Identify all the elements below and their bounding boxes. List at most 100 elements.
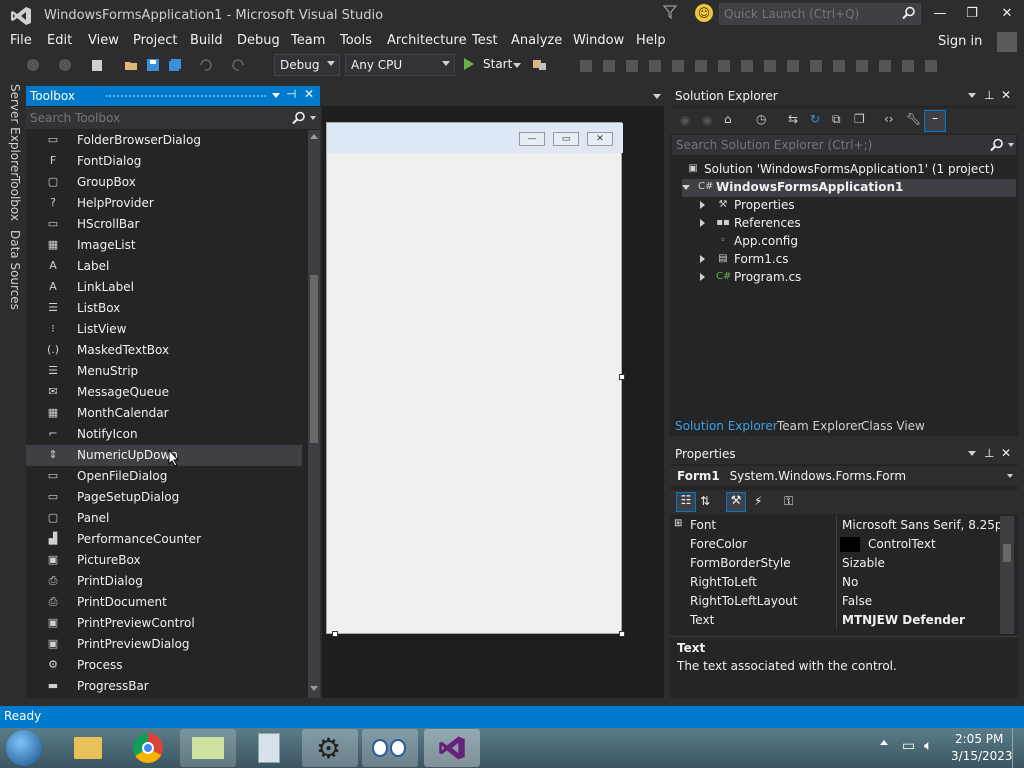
property-row-font[interactable]: ⊞ Font Microsoft Sans Serif, 8.25pt [670,516,1007,535]
toolbox-item[interactable]: (.) MaskedTextBox [26,340,302,361]
forward-icon[interactable]: ◉ [702,113,712,127]
toolbox-item[interactable]: ▟ PerformanceCounter [26,529,302,550]
toolbox-item[interactable]: ▭ HScrollBar [26,214,302,235]
back-icon[interactable] [26,58,40,72]
property-value[interactable]: Microsoft Sans Serif, 8.25pt [842,518,1007,532]
expand-chevron-icon[interactable] [700,255,705,263]
toolbox-search-box[interactable] [26,107,320,129]
taskbar-settings-button[interactable]: ⚙ [302,729,358,767]
menu-help[interactable]: Help [636,33,666,48]
toolbox-item[interactable]: ▢ Panel [26,508,302,529]
taskbar-chrome-button[interactable] [120,729,176,767]
categorized-icon[interactable]: ☷ [676,492,696,512]
solution-node[interactable]: ▣ Solution 'WindowsFormsApplication1' (1… [670,161,1010,179]
new-project-icon[interactable] [90,58,104,72]
show-hidden-icons-chevron-icon[interactable] [880,740,888,745]
account-icon[interactable] [997,32,1017,52]
toolbox-tab[interactable]: Toolbox [8,176,22,221]
minimize-button[interactable]: — [923,2,957,26]
scrollbar-thumb[interactable] [1003,544,1011,562]
back-icon[interactable]: ◉ [680,113,690,127]
open-file-icon[interactable] [124,58,138,72]
notification-filter-icon[interactable] [663,5,677,19]
resize-handle-bottom-left[interactable] [332,631,338,637]
window-position-chevron-icon[interactable] [272,93,280,98]
pin-icon[interactable]: ⊥ [984,88,994,102]
toolbox-item[interactable]: ⇕ NumericUpDown [26,445,302,466]
property-row-righttoleftlayout[interactable]: RightToLeftLayout False [670,592,1000,611]
save-icon[interactable] [146,58,160,72]
toolbox-item[interactable]: ⚙ Process [26,655,302,676]
data-sources-tab[interactable]: Data Sources [8,230,22,310]
expand-chevron-icon[interactable] [700,273,705,281]
forward-icon[interactable] [58,58,72,72]
menu-file[interactable]: File [10,33,32,48]
toolbox-item[interactable]: ▬ ProgressBar [26,676,302,697]
quick-launch-input[interactable] [724,6,894,22]
window-position-chevron-icon[interactable] [968,93,976,98]
menu-window[interactable]: Window [573,33,624,48]
pending-changes-icon[interactable]: ◷ [756,112,766,126]
toolbox-item[interactable]: A Label [26,256,302,277]
attach-process-icon[interactable] [532,58,548,72]
toolbox-item[interactable]: A LinkLabel [26,277,302,298]
expand-chevron-icon[interactable] [682,185,690,190]
form1-design-surface[interactable]: — ▭ ✕ [326,122,623,634]
start-orb-icon[interactable] [6,730,42,766]
scrollbar-thumb[interactable] [310,275,318,443]
clock-date[interactable]: 3/15/2023 [951,749,1013,763]
preview-selected-icon[interactable]: – [924,110,946,132]
toolbox-search-input[interactable] [30,110,280,126]
toolbox-item[interactable]: ✉ MessageQueue [26,382,302,403]
property-row-formborderstyle[interactable]: FormBorderStyle Sizable [670,554,1000,573]
toolbox-item[interactable]: ⁝ ListView [26,319,302,340]
toolbox-item[interactable]: ☰ MenuStrip [26,361,302,382]
taskbar-calculator-button[interactable] [240,729,296,767]
project-node[interactable]: C# WindowsFormsApplication1 [682,179,1016,197]
toolbox-item[interactable]: F FontDialog [26,151,302,172]
form-designer[interactable]: — ▭ ✕ [322,86,664,698]
menu-architecture[interactable]: Architecture [387,33,467,48]
toolbox-item[interactable]: ▭ FolderBrowserDialog [26,130,302,151]
tab-overflow-chevron-icon[interactable] [653,94,661,99]
toolbox-item[interactable]: ? HelpProvider [26,193,302,214]
object-selector[interactable]: Form1 System.Windows.Forms.Form [670,466,1018,486]
taskbar-folder-button[interactable] [180,729,236,767]
menu-debug[interactable]: Debug [237,33,280,48]
form1-titlebar[interactable]: — ▭ ✕ [327,123,623,153]
properties-view-icon[interactable]: ⚒ [726,492,746,512]
save-all-icon[interactable] [168,58,182,72]
menu-edit[interactable]: Edit [47,33,72,48]
clock-time[interactable]: 2:05 PM [955,732,1003,746]
toolbox-item[interactable]: ⎙ PrintDialog [26,571,302,592]
quick-launch-box[interactable] [719,3,921,25]
menu-test[interactable]: Test [472,33,498,48]
pin-icon[interactable]: ⊣ [286,87,296,101]
menu-view[interactable]: View [88,33,119,48]
solution-explorer-search[interactable] [672,135,1016,155]
toolbox-item[interactable]: ▭ PageSetupDialog [26,487,302,508]
properties-scrollbar[interactable] [1000,516,1014,634]
platform-dropdown[interactable]: Any CPU [345,54,455,76]
property-value[interactable]: No [842,575,858,589]
taskbar-explorer-button[interactable] [60,729,116,767]
show-all-files-icon[interactable]: ❐ [854,112,865,126]
events-lightning-icon[interactable]: ⚡︎ [754,494,762,508]
toolbox-item[interactable]: ▢ GroupBox [26,172,302,193]
search-icon[interactable] [902,6,916,20]
menu-project[interactable]: Project [133,33,177,48]
view-code-icon[interactable]: ‹› [884,112,894,126]
toolbox-item[interactable]: ▭ OpenFileDialog [26,466,302,487]
references-node[interactable]: ▪▪ References [700,215,1000,233]
resize-handle-right[interactable] [619,374,625,380]
property-value[interactable]: False [842,594,872,608]
program-cs-node[interactable]: C# Program.cs [700,269,1000,287]
property-value[interactable]: MTNJEW Defender [842,613,965,627]
expand-chevron-icon[interactable] [700,201,705,209]
properties-wrench-icon[interactable]: 🔧︎ [906,112,921,126]
form1-node[interactable]: ▤ Form1.cs [700,251,1000,269]
sign-in-link[interactable]: Sign in [938,34,982,49]
toolbox-item[interactable]: ▣ PictureBox [26,550,302,571]
configuration-dropdown[interactable]: Debug [274,54,340,76]
property-value[interactable]: Sizable [842,556,885,570]
